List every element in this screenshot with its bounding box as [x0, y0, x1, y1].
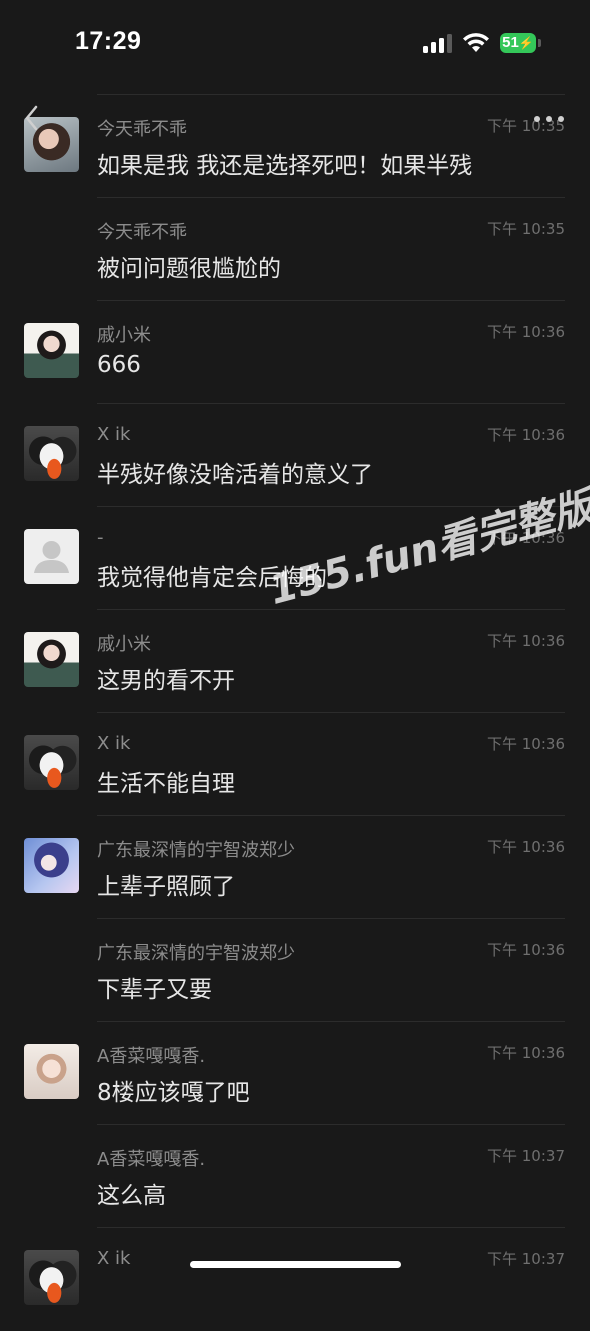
cellular-signal-icon [423, 33, 453, 53]
comment-text: 上辈子照顾了 [97, 874, 235, 900]
default-avatar[interactable] [24, 529, 79, 584]
comment-username[interactable]: 广东最深情的宇智波郑少 [97, 939, 295, 965]
person-placeholder-icon [34, 541, 69, 573]
comment-username[interactable]: 戚小米 [97, 321, 151, 347]
comment-username[interactable]: - [97, 527, 104, 548]
battery-charging-icon: 51⚡ [500, 33, 536, 53]
comment-text: 如果是我 我还是选择死吧！如果半残 [97, 153, 473, 179]
comment-time: 下午 10:36 [487, 1044, 565, 1062]
comment-item[interactable]: A香菜嘎嘎香. 下午 10:37 这么高 [0, 1125, 590, 1228]
comment-item[interactable]: 今天乖不乖 下午 10:35 如果是我 我还是选择死吧！如果半残 [0, 95, 590, 198]
comment-time: 下午 10:36 [487, 941, 565, 959]
dog-avatar[interactable] [24, 426, 79, 481]
wifi-icon [463, 33, 489, 52]
battery-tip [538, 39, 541, 47]
girl-avatar[interactable] [24, 323, 79, 378]
battery-level: 51 [502, 34, 519, 51]
comment-item[interactable]: A香菜嘎嘎香. 下午 10:36 8楼应该嘎了吧 [0, 1022, 590, 1125]
comment-time: 下午 10:36 [487, 838, 565, 856]
status-time: 17:29 [75, 27, 142, 55]
comment-username[interactable]: X ik [97, 424, 130, 445]
home-indicator[interactable] [190, 1261, 401, 1268]
comment-item[interactable]: X ik 下午 10:36 生活不能自理 [0, 713, 590, 816]
comment-item[interactable]: 今天乖不乖 下午 10:35 被问问题很尴尬的 [0, 198, 590, 301]
comment-item[interactable]: 戚小米 下午 10:36 666 [0, 301, 590, 404]
comment-list[interactable]: 今天乖不乖 下午 10:35 如果是我 我还是选择死吧！如果半残 今天乖不乖 下… [0, 95, 590, 1331]
comment-text: 半残好像没啥活着的意义了 [97, 462, 373, 488]
comment-text: 这男的看不开 [97, 668, 235, 694]
comment-username[interactable]: X ik [97, 733, 130, 754]
dog-avatar[interactable] [24, 735, 79, 790]
comment-username[interactable]: 今天乖不乖 [97, 115, 187, 141]
comment-time: 下午 10:37 [487, 1147, 565, 1165]
anime-avatar[interactable] [24, 838, 79, 893]
comment-time: 下午 10:36 [487, 323, 565, 341]
comment-time: 下午 10:36 [487, 735, 565, 753]
comment-username[interactable]: 广东最深情的宇智波郑少 [97, 836, 295, 862]
chevron-left-icon[interactable] [22, 104, 42, 132]
more-dots-icon[interactable] [532, 112, 566, 126]
comment-text: 这么高 [97, 1183, 166, 1209]
comment-time: 下午 10:36 [487, 632, 565, 650]
comment-time: 下午 10:36 [487, 426, 565, 444]
comment-username[interactable]: X ik [97, 1248, 130, 1269]
comment-username[interactable]: A香菜嘎嘎香. [97, 1042, 205, 1068]
comment-item[interactable]: 广东最深情的宇智波郑少 下午 10:36 上辈子照顾了 [0, 816, 590, 919]
dog-avatar[interactable] [24, 1250, 79, 1305]
comment-item[interactable]: 广东最深情的宇智波郑少 下午 10:36 下辈子又要 [0, 919, 590, 1022]
comment-username[interactable]: 戚小米 [97, 630, 151, 656]
comment-time: 下午 10:37 [487, 1250, 565, 1268]
girl-avatar[interactable] [24, 632, 79, 687]
comment-item[interactable]: X ik 下午 10:36 半残好像没啥活着的意义了 [0, 404, 590, 507]
comment-username[interactable]: A香菜嘎嘎香. [97, 1145, 205, 1171]
comment-text: 被问问题很尴尬的 [97, 256, 281, 282]
comment-text: 666 [97, 352, 141, 378]
comment-time: 下午 10:35 [487, 220, 565, 238]
girl-avatar[interactable] [24, 1044, 79, 1099]
comment-text: 生活不能自理 [97, 771, 235, 797]
comment-text: 下辈子又要 [97, 977, 212, 1003]
comment-username[interactable]: 今天乖不乖 [97, 218, 187, 244]
comment-text: 8楼应该嘎了吧 [97, 1080, 250, 1106]
comment-item[interactable]: 戚小米 下午 10:36 这男的看不开 [0, 610, 590, 713]
status-bar: 17:29 51⚡ [0, 0, 590, 90]
charging-bolt-icon: ⚡ [518, 36, 534, 50]
